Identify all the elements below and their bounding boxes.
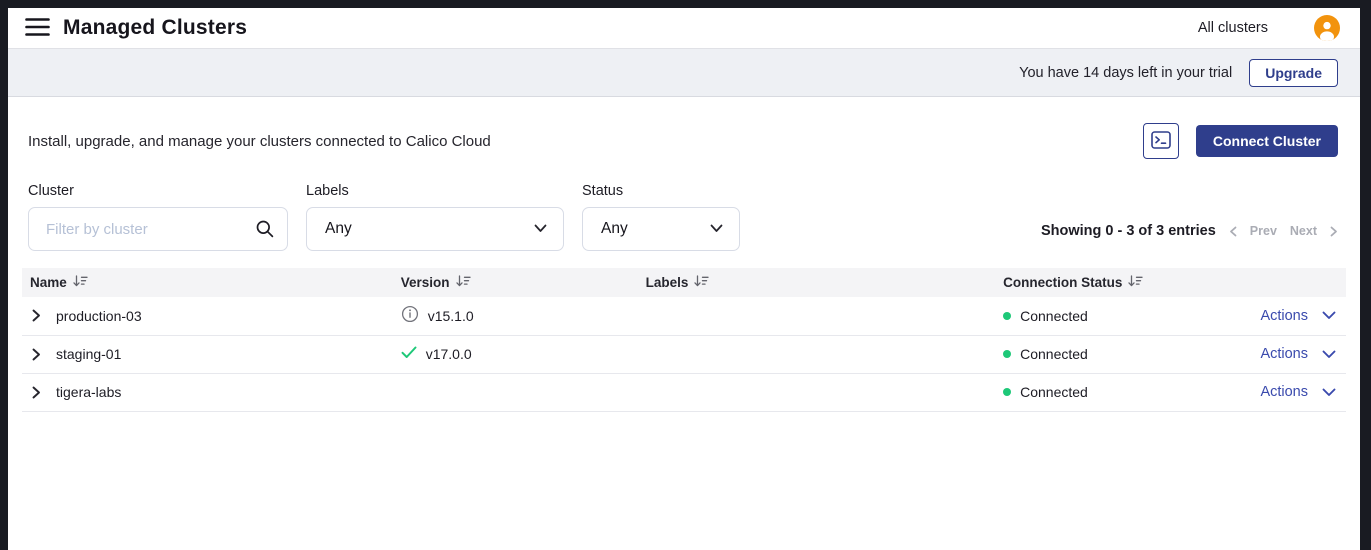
clusters-table: Name Version bbox=[22, 268, 1346, 412]
check-icon bbox=[401, 346, 417, 362]
chevron-down-icon[interactable] bbox=[1322, 311, 1336, 320]
next-page-button[interactable]: Next bbox=[1290, 224, 1317, 238]
status-dot bbox=[1003, 350, 1011, 358]
cluster-scope-selector[interactable]: All clusters bbox=[1198, 20, 1268, 36]
table-header-row: Name Version bbox=[22, 268, 1346, 297]
row-expander-button[interactable] bbox=[30, 307, 43, 324]
chevron-left-icon[interactable] bbox=[1229, 226, 1237, 237]
status-dot bbox=[1003, 312, 1011, 320]
upgrade-button[interactable]: Upgrade bbox=[1249, 59, 1338, 87]
trial-banner: You have 14 days left in your trial Upgr… bbox=[8, 48, 1360, 97]
cluster-name: tigera-labs bbox=[56, 384, 121, 400]
prev-page-button[interactable]: Prev bbox=[1250, 224, 1277, 238]
row-expander-button[interactable] bbox=[30, 346, 43, 363]
cluster-version: v17.0.0 bbox=[426, 346, 472, 362]
table-row: tigera-labs Connected Actions bbox=[22, 373, 1346, 411]
pagination: Showing 0 - 3 of 3 entries Prev Next bbox=[1041, 223, 1338, 239]
labels-filter-label: Labels bbox=[306, 183, 564, 199]
actions-button[interactable]: Actions bbox=[1260, 384, 1308, 400]
chevron-down-icon[interactable] bbox=[1322, 350, 1336, 359]
hamburger-menu-button[interactable] bbox=[20, 13, 54, 43]
actions-button[interactable]: Actions bbox=[1260, 346, 1308, 362]
sort-icon bbox=[1128, 275, 1143, 290]
chevron-down-icon bbox=[710, 220, 723, 238]
cluster-name: production-03 bbox=[56, 308, 142, 324]
page-title: Managed Clusters bbox=[63, 16, 247, 40]
user-avatar[interactable] bbox=[1314, 15, 1340, 41]
cluster-version: v15.1.0 bbox=[428, 308, 474, 324]
info-icon[interactable] bbox=[401, 305, 419, 326]
chevron-down-icon bbox=[534, 220, 547, 238]
avatar-icon bbox=[1314, 29, 1340, 44]
connection-status: Connected bbox=[1020, 308, 1088, 324]
column-header-name[interactable]: Name bbox=[22, 268, 393, 297]
sort-icon bbox=[694, 275, 709, 290]
column-header-labels[interactable]: Labels bbox=[638, 268, 995, 297]
labels-filter-value: Any bbox=[325, 220, 352, 238]
trial-message: You have 14 days left in your trial bbox=[1019, 65, 1232, 81]
status-dot bbox=[1003, 388, 1011, 396]
table-row: production-03 v15.1.0 bbox=[22, 297, 1346, 335]
connection-status: Connected bbox=[1020, 346, 1088, 362]
terminal-icon bbox=[1151, 131, 1171, 152]
actions-button[interactable]: Actions bbox=[1260, 308, 1308, 324]
topbar: Managed Clusters All clusters bbox=[8, 8, 1360, 48]
cluster-name: staging-01 bbox=[56, 346, 121, 362]
labels-filter-select[interactable]: Any bbox=[306, 207, 564, 251]
chevron-right-icon[interactable] bbox=[1330, 226, 1338, 237]
sort-icon bbox=[456, 275, 471, 290]
column-header-connection-status[interactable]: Connection Status bbox=[995, 268, 1346, 297]
hamburger-icon bbox=[25, 17, 50, 40]
connection-status: Connected bbox=[1020, 384, 1088, 400]
row-expander-button[interactable] bbox=[30, 384, 43, 401]
app-window: Managed Clusters All clusters You bbox=[8, 8, 1360, 550]
status-filter-label: Status bbox=[582, 183, 740, 199]
terminal-button[interactable] bbox=[1143, 123, 1179, 159]
sort-icon bbox=[73, 275, 88, 290]
table-row: staging-01 v17.0.0 bbox=[22, 335, 1346, 373]
status-filter-select[interactable]: Any bbox=[582, 207, 740, 251]
status-filter-value: Any bbox=[601, 220, 628, 238]
cluster-filter-label: Cluster bbox=[28, 183, 288, 199]
chevron-down-icon[interactable] bbox=[1322, 388, 1336, 397]
connect-cluster-button[interactable]: Connect Cluster bbox=[1196, 125, 1338, 157]
main-content: Install, upgrade, and manage your cluste… bbox=[8, 97, 1360, 550]
column-header-version[interactable]: Version bbox=[393, 268, 638, 297]
cluster-filter-input[interactable] bbox=[28, 207, 288, 251]
pagination-summary: Showing 0 - 3 of 3 entries bbox=[1041, 223, 1216, 239]
page-description: Install, upgrade, and manage your cluste… bbox=[22, 133, 491, 150]
